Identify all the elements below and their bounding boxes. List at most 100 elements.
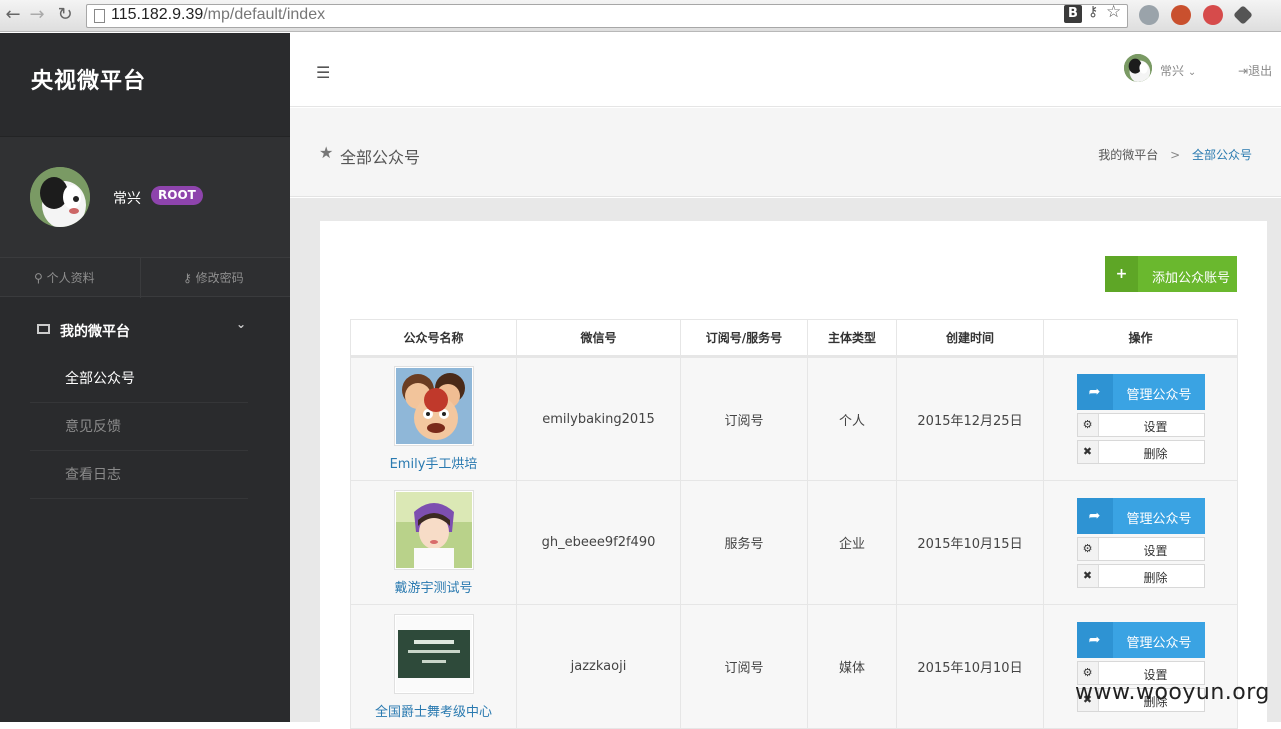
account-type-cell: 订阅号 [680, 356, 808, 481]
wechat-id-cell: jazzkaoji [516, 604, 681, 729]
reload-icon[interactable]: ↻ [54, 4, 76, 26]
nav-item-all-accounts[interactable]: 全部公众号 [30, 355, 248, 403]
account-thumbnail[interactable] [393, 489, 474, 570]
extension-santa-icon[interactable] [1171, 5, 1191, 25]
top-header: ☰ 常兴 ⌄ ⇥退出 [290, 33, 1281, 107]
accounts-table: 公众号名称 微信号 订阅号/服务号 主体类型 创建时间 操作 Emily手工烘培… [350, 319, 1238, 729]
star-icon: ★ [319, 143, 334, 162]
browser-toolbar: ← → ↻ 115.182.9.39/mp/default/index B ⚷ … [0, 0, 1281, 32]
account-name-link[interactable]: 戴游宇测试号 [351, 577, 516, 596]
change-password-link[interactable]: ⚷ 修改密码 [183, 258, 244, 298]
star-bookmark-icon[interactable]: ☆ [1106, 3, 1121, 21]
account-cell: 全国爵士舞考级中心 [350, 604, 517, 729]
sidebar-username: 常兴 [113, 191, 141, 207]
monitor-icon [37, 324, 50, 334]
back-icon[interactable]: ← [2, 4, 24, 26]
table-header-row: 公众号名称 微信号 订阅号/服务号 主体类型 创建时间 操作 [350, 319, 1238, 358]
actions-cell: ➦ 管理公众号 ⚙ 设置 ✖ 删除 [1043, 356, 1238, 481]
column-header: 创建时间 [896, 319, 1044, 358]
key-icon[interactable]: ⚷ [1088, 3, 1098, 21]
table-row: 全国爵士舞考级中心 jazzkaoji 订阅号 媒体 2015年10月10日 ➦… [350, 604, 1238, 729]
plus-icon: + [1105, 256, 1138, 292]
created-date-cell: 2015年10月15日 [896, 480, 1044, 605]
user-dropdown[interactable]: 常兴 ⌄ [1160, 62, 1196, 79]
nav-group-my-platform[interactable]: 我的微平台 ⌄ [0, 315, 290, 345]
page-title: 全部公众号 [340, 148, 421, 167]
account-type-cell: 订阅号 [680, 604, 808, 729]
column-header: 订阅号/服务号 [680, 319, 808, 358]
wechat-id-cell: gh_ebeee9f2f490 [516, 480, 681, 605]
profile-panel: 常兴 ROOT [0, 137, 290, 257]
header-avatar[interactable] [1124, 54, 1152, 82]
breadcrumb: 我的微平台 > 全部公众号 [1098, 146, 1252, 163]
wechat-id-cell: emilybaking2015 [516, 356, 681, 481]
gear-icon: ⚙ [1077, 537, 1099, 560]
account-name-link[interactable]: Emily手工烘培 [351, 453, 516, 472]
account-thumbnail[interactable] [393, 613, 474, 694]
entity-type-cell: 企业 [807, 480, 897, 605]
nav-submenu: 全部公众号 意见反馈 查看日志 [30, 355, 248, 499]
entity-type-cell: 媒体 [807, 604, 897, 729]
logout-icon: ⇥ [1238, 64, 1249, 78]
extension-globe-icon[interactable] [1139, 5, 1159, 25]
avatar [30, 167, 90, 227]
user-icon: ⚲ [34, 271, 43, 285]
table-row: 戴游宇测试号 gh_ebeee9f2f490 服务号 企业 2015年10月15… [350, 480, 1238, 605]
column-header: 公众号名称 [350, 319, 517, 358]
column-header: 微信号 [516, 319, 681, 358]
share-arrow-icon: ➦ [1076, 374, 1113, 410]
settings-button[interactable]: ⚙ 设置 [1076, 536, 1205, 561]
column-header: 主体类型 [807, 319, 897, 358]
address-bar[interactable]: 115.182.9.39/mp/default/index [86, 4, 1128, 28]
breadcrumb-separator: > [1170, 148, 1181, 162]
column-header: 操作 [1043, 319, 1238, 358]
nav-menu: 我的微平台 ⌄ [0, 315, 290, 345]
chevron-down-icon: ⌄ [236, 317, 247, 331]
account-thumbnail[interactable] [393, 366, 474, 446]
extension-menu-icon[interactable] [1233, 5, 1253, 25]
manage-account-button[interactable]: ➦ 管理公众号 [1076, 621, 1205, 658]
breadcrumb-current[interactable]: 全部公众号 [1192, 148, 1252, 162]
add-account-button[interactable]: + 添加公众账号 [1105, 256, 1237, 292]
profile-links: ⚲ 个人资料 ⚷ 修改密码 [0, 257, 290, 298]
manage-account-button[interactable]: ➦ 管理公众号 [1076, 374, 1205, 410]
gear-icon: ⚙ [1077, 414, 1099, 436]
manage-account-button[interactable]: ➦ 管理公众号 [1076, 497, 1205, 534]
share-arrow-icon: ➦ [1076, 621, 1113, 658]
created-date-cell: 2015年12月25日 [896, 356, 1044, 481]
table-row: Emily手工烘培 emilybaking2015 订阅号 个人 2015年12… [350, 356, 1238, 481]
entity-type-cell: 个人 [807, 356, 897, 481]
forward-icon[interactable]: → [26, 4, 48, 26]
logout-link[interactable]: ⇥退出 [1238, 62, 1272, 79]
nav-item-logs[interactable]: 查看日志 [30, 451, 248, 499]
divider [140, 258, 141, 298]
bookmark-extension-icon[interactable]: B [1064, 5, 1082, 23]
breadcrumb-root[interactable]: 我的微平台 [1098, 148, 1158, 162]
role-badge: ROOT [151, 186, 203, 205]
brand-area: 央视微平台 [0, 33, 290, 137]
nav-item-feedback[interactable]: 意见反馈 [30, 403, 248, 451]
page-icon [94, 9, 105, 23]
accounts-card: + 添加公众账号 公众号名称 微信号 订阅号/服务号 主体类型 创建时间 操作 [320, 221, 1267, 729]
delete-button[interactable]: ✖ 删除 [1076, 563, 1205, 588]
brand-title[interactable]: 央视微平台 [31, 63, 146, 95]
account-type-cell: 服务号 [680, 480, 808, 605]
account-name-link[interactable]: 全国爵士舞考级中心 [351, 701, 516, 720]
share-arrow-icon: ➦ [1076, 497, 1113, 534]
url-text: 115.182.9.39/mp/default/index [111, 6, 326, 23]
key-icon: ⚷ [183, 271, 192, 285]
account-cell: Emily手工烘培 [350, 356, 517, 481]
actions-cell: ➦ 管理公众号 ⚙ 设置 ✖ 删除 [1043, 604, 1238, 729]
close-icon: ✖ [1077, 564, 1099, 587]
page-header: ★ 全部公众号 我的微平台 > 全部公众号 [290, 108, 1281, 197]
menu-toggle-icon[interactable]: ☰ [316, 63, 330, 82]
actions-cell: ➦ 管理公众号 ⚙ 设置 ✖ 删除 [1043, 480, 1238, 605]
extension-gift-icon[interactable] [1203, 5, 1223, 25]
close-icon: ✖ [1077, 441, 1099, 463]
watermark: www.wooyun.org [1075, 680, 1270, 705]
account-cell: 戴游宇测试号 [350, 480, 517, 605]
chevron-down-icon: ⌄ [1187, 67, 1197, 78]
delete-button[interactable]: ✖ 删除 [1076, 440, 1205, 464]
profile-link[interactable]: ⚲ 个人资料 [34, 258, 95, 298]
settings-button[interactable]: ⚙ 设置 [1076, 413, 1205, 437]
